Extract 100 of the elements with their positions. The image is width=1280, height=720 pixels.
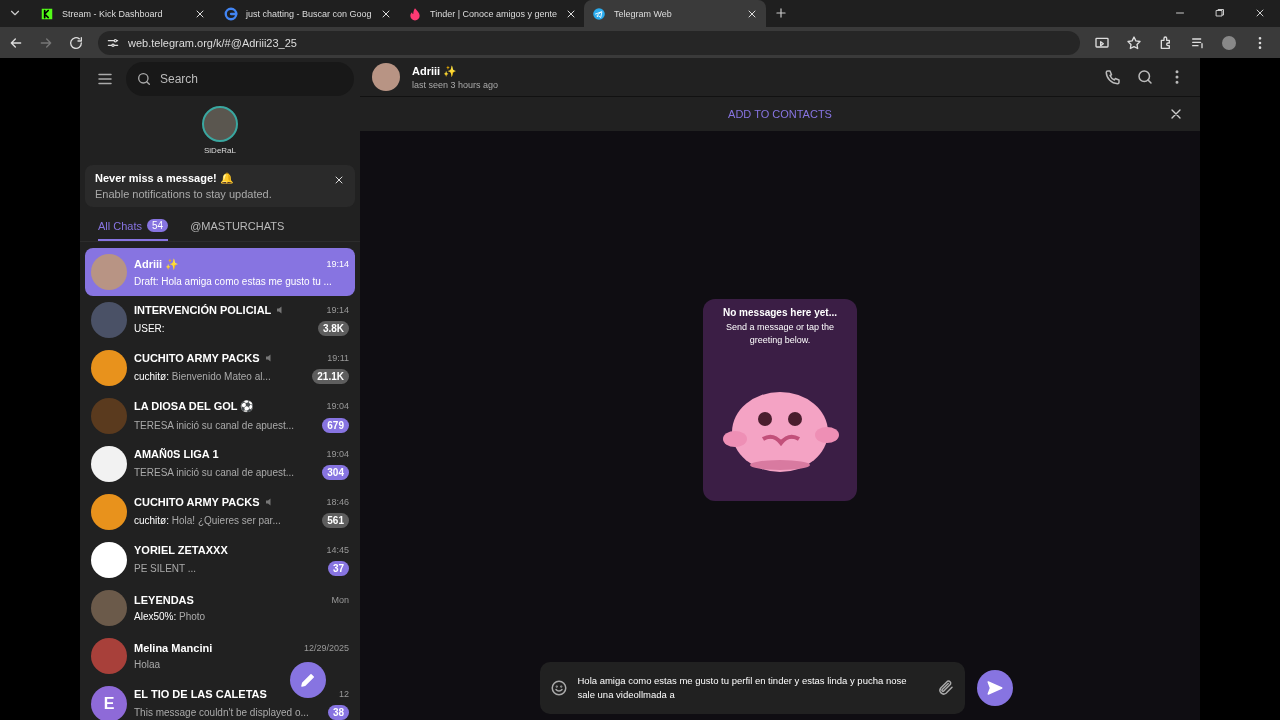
- compose-button[interactable]: [290, 662, 326, 698]
- search-icon[interactable]: [1136, 68, 1154, 86]
- chat-time: 12/29/2025: [303, 643, 349, 653]
- add-to-contacts-link[interactable]: ADD TO CONTACTS: [724, 106, 836, 122]
- avatar: [91, 350, 127, 386]
- avatar-initial: E: [91, 686, 127, 720]
- unread-count: 561: [322, 513, 349, 528]
- unread-count: 21.1K: [312, 369, 349, 384]
- smiley-icon[interactable]: [549, 679, 568, 697]
- message-preview: This message couldn't be displayed o...: [134, 707, 310, 718]
- chat-name: Melina Mancini: [134, 642, 213, 654]
- url-text: web.telegram.org/k/#@Adriii23_25: [128, 36, 297, 49]
- profile-avatar[interactable]: [1222, 35, 1236, 50]
- chat-name: AMAÑ0S LIGA 1: [134, 448, 219, 460]
- pencil-icon: [299, 671, 317, 689]
- chat-item[interactable]: AMAÑ0S LIGA 1 19:04 TERESA inició su canal de apuest... 304: [85, 440, 355, 488]
- paper-plane-icon: [592, 6, 606, 21]
- chat-name: YORIEL ZETAXXX: [134, 544, 228, 556]
- avatar: [91, 638, 127, 674]
- chat-name: CUCHITO ARMY PACKS: [134, 352, 260, 364]
- folder-tab[interactable]: All Chats 54: [98, 219, 169, 241]
- tab-title: Stream - Kick Dashboard: [62, 8, 164, 19]
- unread-count: 37: [327, 561, 349, 576]
- unread-count: 54: [147, 219, 169, 232]
- phone-icon[interactable]: [1104, 68, 1122, 86]
- avatar: [91, 542, 127, 578]
- story-avatar[interactable]: [202, 106, 238, 142]
- chat-time: 18:46: [326, 497, 349, 507]
- browser-tab[interactable]: Stream - Kick Dashboard: [32, 0, 214, 27]
- chat-name: Adriii ✨: [134, 257, 180, 271]
- empty-title: No messages here yet...: [723, 307, 837, 318]
- chat-item[interactable]: CUCHITO ARMY PACKS 19:11 cuchitø: Bienvenido Mateo al... 21.1K: [85, 344, 355, 392]
- empty-text: Send a message or tap the greeting below.: [724, 321, 836, 347]
- last-seen: last seen 3 hours ago: [412, 79, 500, 90]
- star-icon[interactable]: [1126, 34, 1142, 51]
- message-preview: TERESA inició su canal de apuest...: [134, 467, 296, 478]
- browser-tab[interactable]: just chatting - Buscar con Goog: [216, 0, 398, 27]
- browser-tab[interactable]: Telegram Web: [584, 0, 766, 27]
- chat-name: LA DIOSA DEL GOL ⚽: [134, 399, 255, 413]
- chat-item[interactable]: Melina Mancini 12/29/2025 Holaa: [85, 632, 355, 680]
- chat-time: 19:14: [326, 259, 349, 269]
- chat-time: 12: [339, 689, 349, 699]
- unread-count: 3.8K: [317, 321, 349, 336]
- message-preview: cuchitø: Hola! ¿Quieres ser par...: [134, 515, 282, 526]
- message-preview: Holaa: [134, 659, 162, 670]
- chat-time: 14:45: [326, 545, 349, 555]
- folder-tab[interactable]: @MASTURCHATS: [190, 219, 285, 241]
- chat-item[interactable]: LEYENDAS Mon Alex50%: Photo: [85, 584, 355, 632]
- tab-title: Tinder | Conoce amigos y gente: [430, 8, 558, 19]
- send-icon: [985, 679, 1004, 697]
- chat-item[interactable]: YORIEL ZETAXXX 14:45 PE SILENT ... 37: [85, 536, 355, 584]
- message-text: Hola amiga como estas me gusto tu perfil en tinder y estas linda y pucha nose sale una videollmada a: [577, 674, 908, 702]
- chat-time: 19:04: [326, 449, 349, 459]
- avatar: [91, 254, 127, 290]
- avatar[interactable]: [372, 63, 400, 91]
- restore-icon[interactable]: [1214, 7, 1226, 19]
- address-bar[interactable]: web.telegram.org/k/#@Adriii23_25: [98, 30, 1080, 55]
- close-icon[interactable]: [1254, 7, 1266, 19]
- chat-item[interactable]: Adriii ✨ 19:14 Draft: Hola amiga como estas me gusto tu ...: [85, 248, 355, 296]
- avatar: [91, 590, 127, 626]
- message-preview: Draft: Hola amiga como estas me gusto tu ...: [134, 275, 333, 287]
- plus-icon[interactable]: [774, 6, 788, 20]
- avatar: [91, 302, 127, 338]
- chat-time: 19:04: [326, 401, 349, 411]
- browser-tab[interactable]: Tinder | Conoce amigos y gente: [400, 0, 582, 27]
- message-input[interactable]: Hola amiga como estas me gusto tu perfil en tinder y estas linda y pucha nose sale una videollmada a: [539, 662, 965, 714]
- message-preview: Alex50%: Photo: [134, 611, 207, 622]
- chat-name: EL TIO DE LAS CALETAS: [134, 688, 267, 700]
- message-preview: TERESA inició su canal de apuest...: [134, 419, 296, 431]
- avatar: [91, 446, 127, 482]
- tab-title: Telegram Web: [614, 8, 673, 19]
- chat-item[interactable]: INTERVENCIÓN POLICIAL 19:14 USER: 3.8K: [85, 296, 355, 344]
- message-preview: USER:: [134, 323, 166, 334]
- chat-item[interactable]: CUCHITO ARMY PACKS 18:46 cuchitø: Hola! ¿Quieres ser par... 561: [85, 488, 355, 536]
- search-field[interactable]: Search: [126, 62, 354, 96]
- chat-item[interactable]: LA DIOSA DEL GOL ⚽ 19:04 TERESA inició su canal de apuest... 679: [85, 392, 355, 440]
- chat-name: LEYENDAS: [134, 594, 194, 606]
- notice-text: Enable notifications to stay updated.: [95, 188, 273, 200]
- close-icon[interactable]: [333, 174, 345, 186]
- k-logo-icon: [40, 6, 54, 21]
- unread-count: 679: [322, 417, 349, 433]
- chat-name: INTERVENCIÓN POLICIAL: [134, 304, 272, 316]
- chat-time: 19:11: [327, 353, 349, 363]
- unread-count: 38: [327, 705, 349, 720]
- paperclip-icon[interactable]: [936, 679, 955, 697]
- flame-icon: [408, 6, 422, 21]
- avatar: [91, 398, 127, 434]
- g-logo-icon: [224, 6, 238, 21]
- reload-icon[interactable]: [68, 34, 84, 51]
- message-preview: cuchitø: Bienvenido Mateo al...: [134, 371, 272, 382]
- story-name: SiDeRaL: [204, 146, 236, 155]
- send-button[interactable]: [976, 670, 1013, 706]
- message-preview: PE SILENT ...: [134, 563, 198, 574]
- avatar: [91, 494, 127, 530]
- chat-name: CUCHITO ARMY PACKS: [134, 496, 260, 508]
- contact-name: Adriii ✨: [412, 64, 459, 78]
- tab-title: just chatting - Buscar con Goog: [246, 8, 372, 19]
- chat-time: 19:14: [326, 305, 349, 315]
- notice-title: Never miss a message! 🔔: [95, 172, 235, 185]
- unread-count: 304: [322, 465, 349, 480]
